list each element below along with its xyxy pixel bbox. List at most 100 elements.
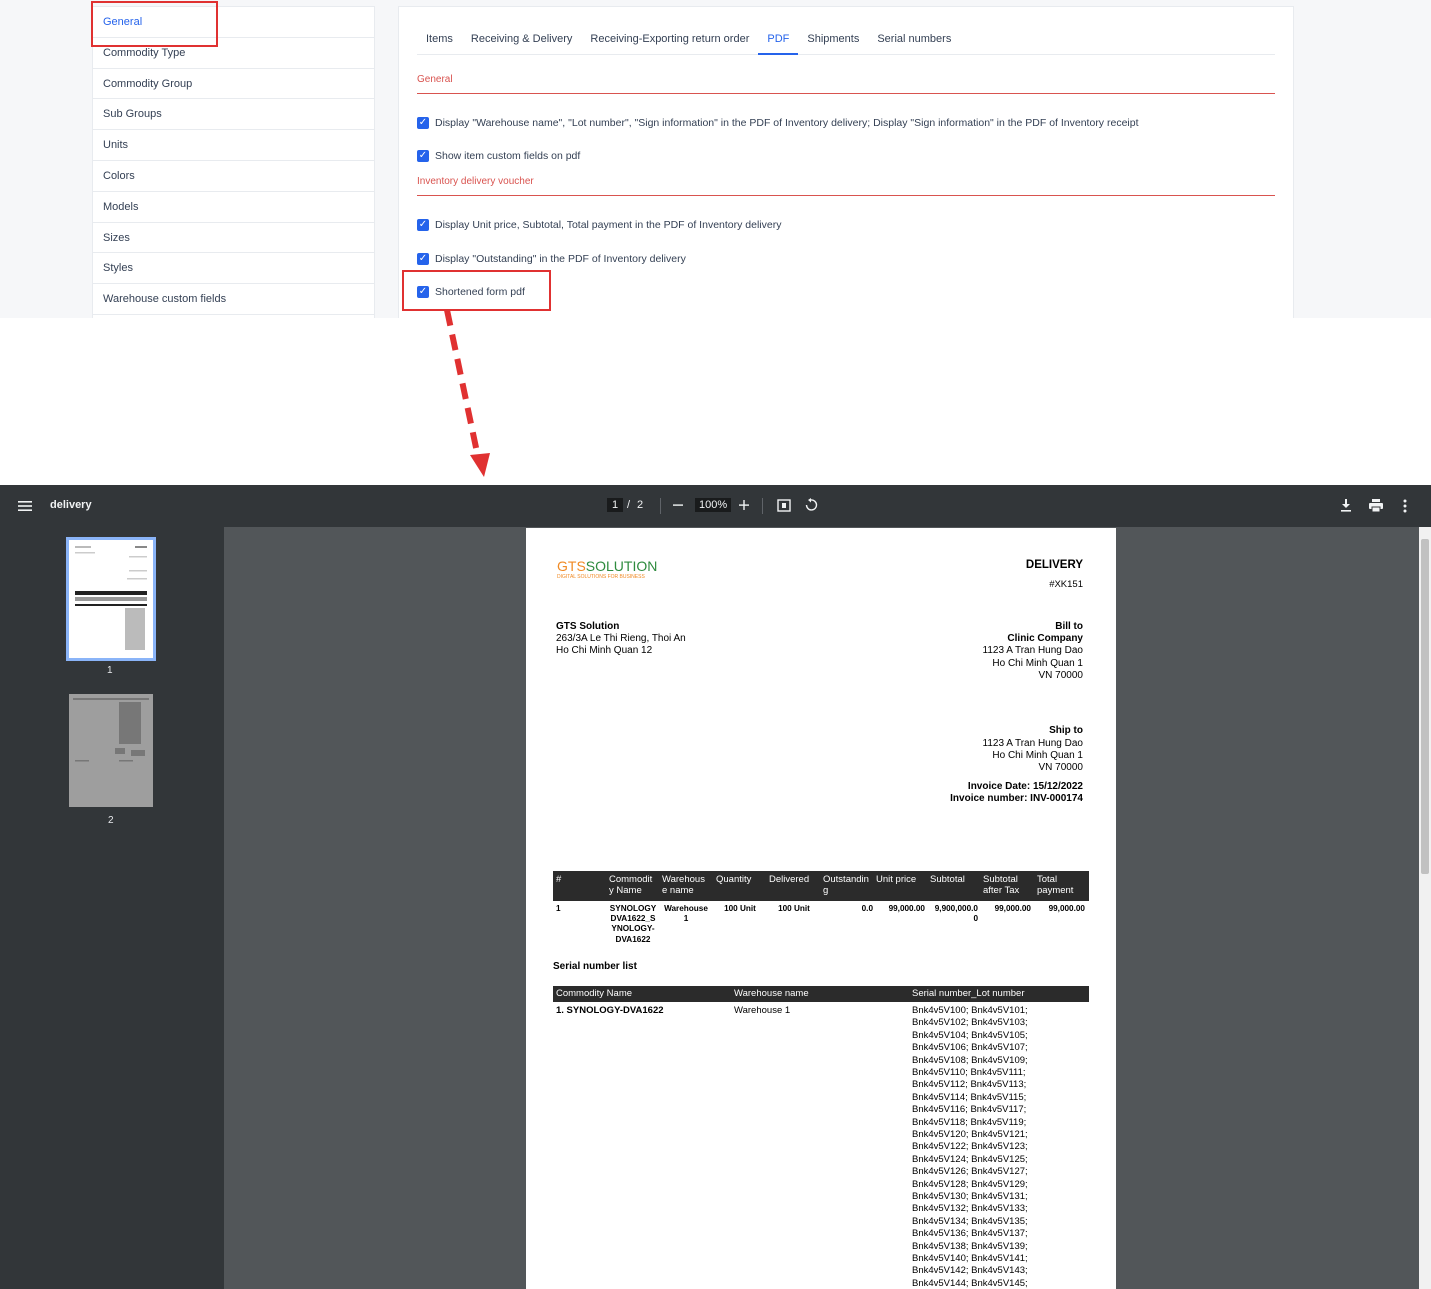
more-icon[interactable] bbox=[1403, 499, 1407, 513]
page-thumbnail-1[interactable] bbox=[66, 537, 156, 661]
items-table-header: # Commodit y Name Warehous e name Quanti… bbox=[553, 871, 1089, 901]
checkbox-checked-icon[interactable]: ✓ bbox=[417, 253, 429, 265]
toolbar-divider bbox=[660, 498, 661, 514]
option-label: Show item custom fields on pdf bbox=[435, 150, 581, 162]
menu-icon[interactable] bbox=[18, 500, 32, 512]
zoom-level-input[interactable]: 100% bbox=[695, 498, 732, 512]
cell-outstanding: 0.0 bbox=[861, 904, 873, 913]
col-header-serial-lot-number: Serial number_Lot number bbox=[912, 988, 1025, 999]
vertical-scrollbar[interactable] bbox=[1419, 527, 1431, 1289]
option-display-unit-price[interactable]: ✓ Display Unit price, Subtotal, Total pa… bbox=[417, 219, 781, 231]
serial-number-line: Bnk4v5V130; Bnk4v5V131; bbox=[912, 1191, 1028, 1202]
serial-number-line: Bnk4v5V138; Bnk4v5V139; bbox=[912, 1240, 1028, 1252]
page-total: 2 bbox=[637, 499, 644, 511]
company-address-line2: Ho Chi Minh Quan 12 bbox=[556, 645, 653, 656]
menu-item-warehouse-custom-fields[interactable]: Warehouse custom fields bbox=[93, 284, 374, 315]
menu-item-sub-groups[interactable]: Sub Groups bbox=[93, 99, 374, 131]
tab-shipments[interactable]: Shipments bbox=[798, 21, 868, 55]
cell-warehouse: Warehouse 1 bbox=[664, 904, 708, 924]
tab-items[interactable]: Items bbox=[417, 21, 462, 55]
serial-number-line: Bnk4v5V108; Bnk4v5V109; bbox=[912, 1054, 1028, 1066]
doc-number: #XK151 bbox=[1049, 579, 1083, 590]
serial-number-line: Bnk4v5V128; Bnk4v5V129; bbox=[912, 1178, 1028, 1190]
cell-quantity: 100 Unit bbox=[724, 904, 756, 913]
option-show-item-custom-fields[interactable]: ✓ Show item custom fields on pdf bbox=[417, 150, 580, 162]
serial-number-list-title: Serial number list bbox=[553, 961, 637, 972]
checkbox-checked-icon[interactable]: ✓ bbox=[417, 219, 429, 231]
ship-to-label: Ship to bbox=[1049, 725, 1083, 736]
scrollbar-thumb[interactable] bbox=[1421, 539, 1429, 874]
col-header-subtotal: Subtotal bbox=[930, 874, 965, 885]
download-icon[interactable] bbox=[1340, 499, 1352, 512]
serial-number-line: Bnk4v5V120; Bnk4v5V121; bbox=[912, 1129, 1028, 1140]
page-separator: / bbox=[627, 499, 631, 511]
serial-number-line: Bnk4v5V114; Bnk4v5V115; bbox=[912, 1091, 1027, 1103]
invoice-date: Invoice Date: 15/12/2022 bbox=[967, 781, 1083, 792]
serial-number-line: Bnk4v5V124; Bnk4v5V125; bbox=[912, 1153, 1028, 1165]
serial-number-line: Bnk4v5V134; Bnk4v5V135; bbox=[912, 1215, 1028, 1227]
table-row: 1 SYNOLOGY DVA1622_S YNOLOGY-DVA1622 War… bbox=[553, 904, 1089, 948]
serial-number-line: Bnk4v5V106; Bnk4v5V107; bbox=[912, 1042, 1028, 1054]
section-title-general: General bbox=[417, 74, 453, 85]
bill-to-label: Bill to bbox=[1055, 621, 1083, 632]
serial-number-line: Bnk4v5V144; Bnk4v5V145; bbox=[912, 1277, 1028, 1289]
document-title: delivery bbox=[50, 499, 92, 511]
serial-warehouse-name: Warehouse 1 bbox=[734, 1005, 791, 1016]
col-header-num: # bbox=[556, 874, 562, 885]
logo-solution-text: SOLUTION bbox=[585, 558, 658, 574]
option-display-outstanding[interactable]: ✓ Display "Outstanding" in the PDF of In… bbox=[417, 253, 686, 265]
col-header-total-payment: Total payment bbox=[1037, 874, 1074, 896]
menu-item-commodity-group[interactable]: Commodity Group bbox=[93, 69, 374, 100]
thumbnail-label-1: 1 bbox=[107, 665, 113, 676]
option-label: Display Unit price, Subtotal, Total paym… bbox=[435, 219, 782, 231]
ship-to-address-line1: 1123 A Tran Hung Dao bbox=[982, 738, 1083, 749]
rotate-icon[interactable] bbox=[804, 498, 818, 512]
page-thumbnail-2[interactable] bbox=[69, 694, 153, 807]
tab-receiving-delivery[interactable]: Receiving & Delivery bbox=[462, 21, 581, 55]
company-address-line1: 263/3A Le Thi Rieng, Thoi An bbox=[556, 633, 686, 644]
print-icon[interactable] bbox=[1369, 499, 1383, 512]
menu-item-units[interactable]: Units bbox=[93, 130, 374, 161]
settings-tabs: Items Receiving & Delivery Receiving-Exp… bbox=[417, 21, 1275, 55]
col-header-warehouse-name: Warehous e name bbox=[662, 874, 705, 896]
viewer-toolbar: delivery 1 / 2 100% bbox=[0, 485, 1431, 527]
page-number-input[interactable]: 1 bbox=[607, 498, 624, 512]
fit-page-icon[interactable] bbox=[777, 499, 791, 513]
zoom-out-icon[interactable] bbox=[673, 499, 683, 511]
section-title-inventory-delivery: Inventory delivery voucher bbox=[417, 176, 534, 187]
serial-number-line: Bnk4v5V122; Bnk4v5V123; bbox=[912, 1141, 1028, 1153]
cell-delivered: 100 Unit bbox=[778, 904, 810, 913]
serial-number-line: Bnk4v5V132; Bnk4v5V133; bbox=[912, 1203, 1028, 1215]
menu-item-models[interactable]: Models bbox=[93, 192, 374, 223]
settings-left-menu: General Commodity Type Commodity Group S… bbox=[92, 6, 375, 318]
menu-item-sizes[interactable]: Sizes bbox=[93, 223, 374, 254]
section-divider bbox=[417, 195, 1275, 196]
serial-number-line: Bnk4v5V140; Bnk4v5V141; bbox=[912, 1253, 1028, 1264]
menu-item-colors[interactable]: Colors bbox=[93, 161, 374, 192]
tab-receiving-exporting-return-order[interactable]: Receiving-Exporting return order bbox=[581, 21, 758, 55]
menu-item-styles[interactable]: Styles bbox=[93, 253, 374, 285]
highlight-general-box bbox=[91, 1, 218, 47]
col-header-commodity-name: Commodity Name bbox=[556, 988, 633, 999]
checkbox-checked-icon[interactable]: ✓ bbox=[417, 117, 429, 129]
serial-number-line: Bnk4v5V112; Bnk4v5V113; bbox=[912, 1079, 1027, 1091]
page-thumbnail-preview bbox=[73, 698, 149, 762]
company-name: GTS Solution bbox=[556, 621, 620, 632]
option-display-warehouse-lot-sign[interactable]: ✓ Display "Warehouse name", "Lot number"… bbox=[417, 117, 1139, 129]
thumbnail-sidebar: 1 2 bbox=[0, 527, 224, 1289]
checkbox-checked-icon[interactable]: ✓ bbox=[417, 150, 429, 162]
serial-number-line: Bnk4v5V118; Bnk4v5V119; bbox=[912, 1116, 1027, 1128]
col-header-delivered: Delivered bbox=[769, 874, 810, 885]
serial-number-line: Bnk4v5V116; Bnk4v5V117; bbox=[912, 1104, 1027, 1116]
cell-commodity-name: SYNOLOGY DVA1622_S YNOLOGY-DVA1622 bbox=[609, 904, 657, 944]
serial-commodity-name: 1. SYNOLOGY-DVA1622 bbox=[556, 1005, 664, 1016]
zoom-in-icon[interactable] bbox=[739, 499, 749, 511]
tab-pdf[interactable]: PDF bbox=[758, 21, 799, 55]
thumbnail-label-2: 2 bbox=[108, 815, 114, 826]
tab-serial-numbers[interactable]: Serial numbers bbox=[868, 21, 960, 55]
logo-tagline: DIGITAL SOLUTIONS FOR BUSINESS bbox=[557, 574, 645, 580]
page-thumbnail-preview bbox=[75, 546, 147, 650]
bill-to-address-line3: VN 70000 bbox=[1038, 670, 1083, 681]
settings-area: General Commodity Type Commodity Group S… bbox=[0, 0, 1431, 318]
dashed-arrow-icon bbox=[444, 309, 490, 477]
